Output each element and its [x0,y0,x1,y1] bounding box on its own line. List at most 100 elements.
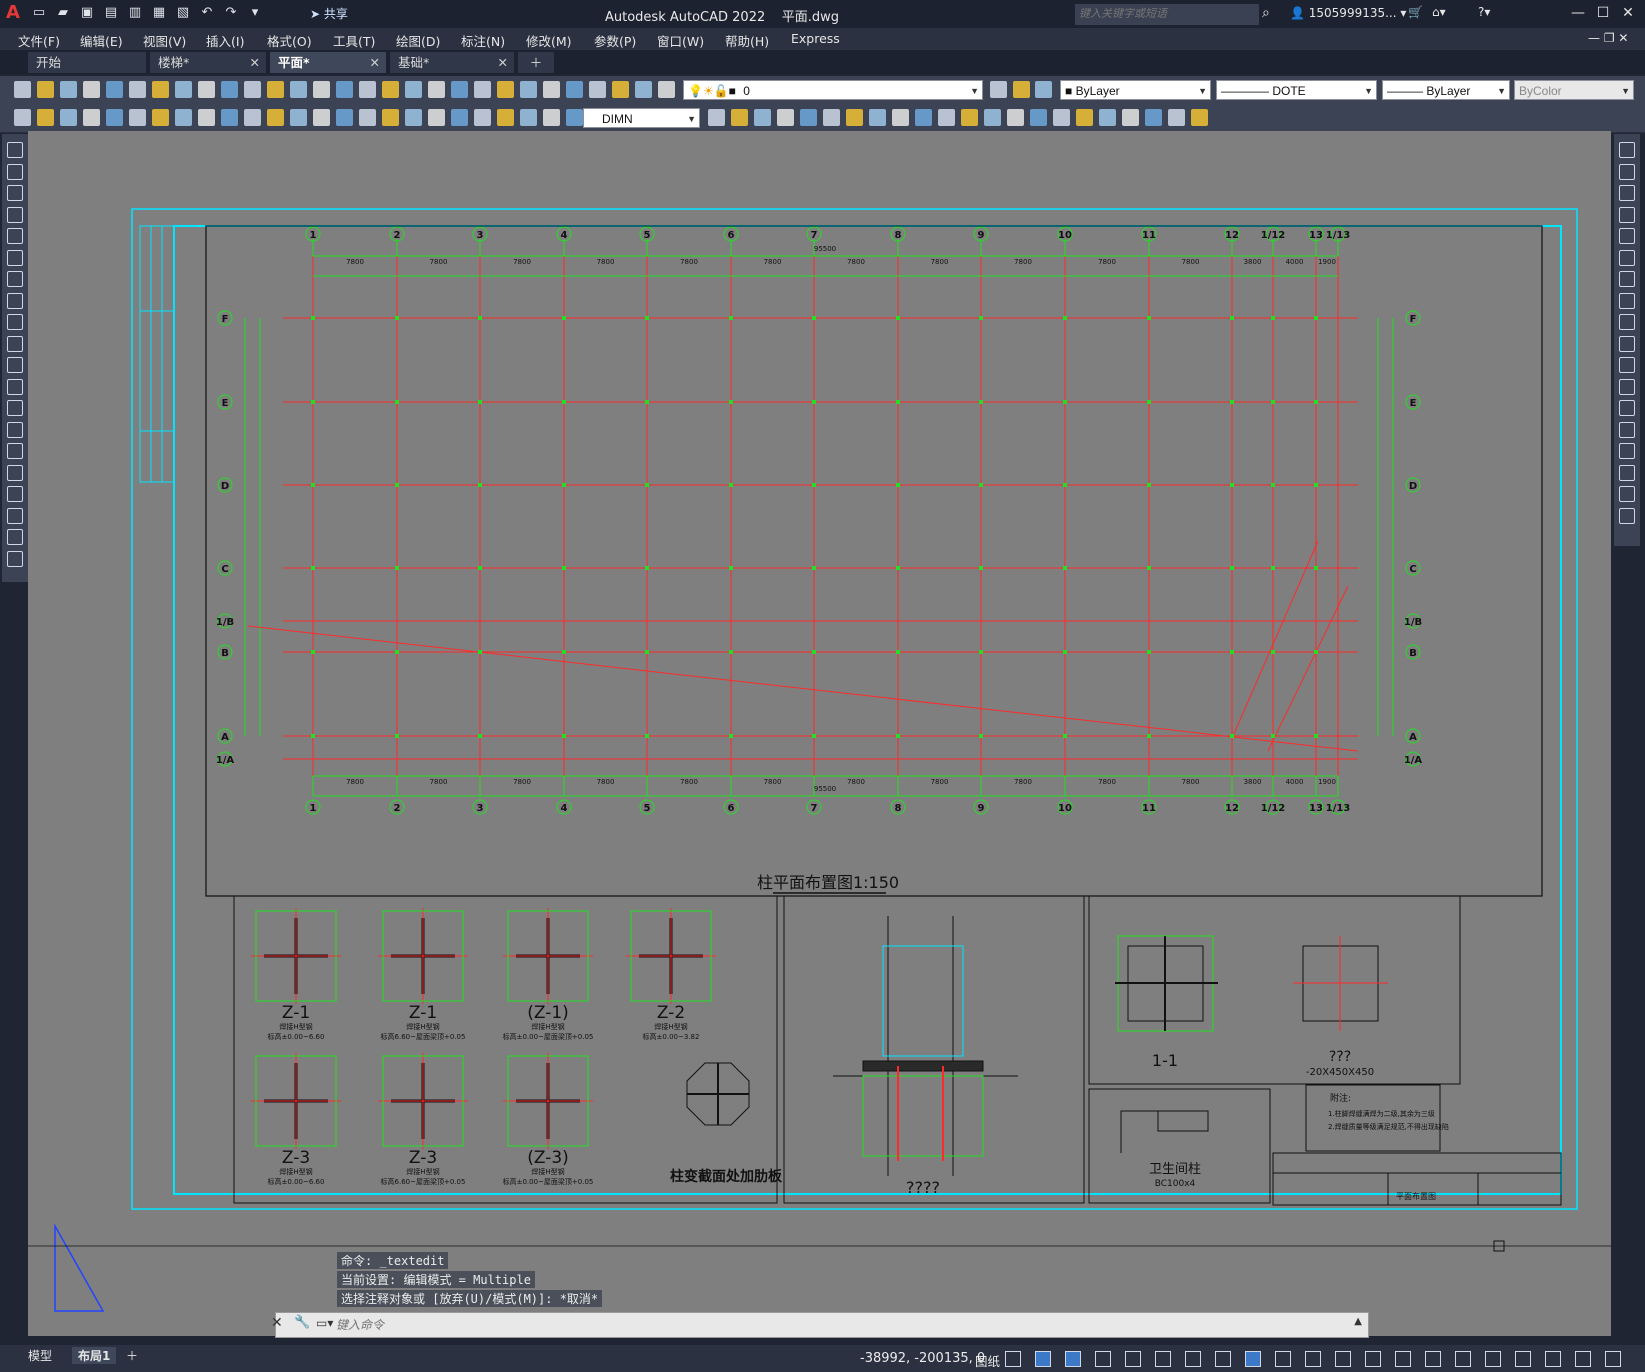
save-icon[interactable]: ▣ [78,4,96,22]
mirror-icon[interactable] [1619,185,1635,201]
isodraft-icon[interactable] [1125,1351,1141,1367]
copy-icon[interactable] [1619,163,1635,180]
menu-tools[interactable]: 工具(T) [333,31,375,50]
pan-icon[interactable] [290,81,307,98]
help-icon[interactable]: ?▾ [1478,5,1490,19]
menu-help[interactable]: 帮助(H) [725,31,769,50]
menu-insert[interactable]: 插入(I) [206,31,244,50]
section-icon[interactable] [1053,109,1070,126]
customize-qat-icon[interactable]: ▾ [246,4,264,22]
make-current-icon[interactable] [1035,81,1052,98]
tab-model[interactable]: 模型 [28,1347,52,1364]
new-icon[interactable] [566,81,583,98]
rotate-icon[interactable] [1619,271,1635,287]
solid-icon[interactable] [823,109,840,126]
array-icon[interactable] [1619,228,1635,244]
snap-icon[interactable] [1005,1351,1021,1367]
chevron-up-icon[interactable]: ▲ [1354,1316,1362,1327]
open-icon[interactable] [37,81,54,98]
print-icon[interactable] [635,81,652,98]
material-icon[interactable] [1145,109,1162,126]
close-icon[interactable]: ✕ [498,52,508,73]
undo-icon[interactable] [244,81,261,98]
sheet-set-icon[interactable] [451,81,468,98]
paste-icon[interactable] [198,81,215,98]
close-icon[interactable]: ✕ [370,52,380,73]
scale-icon[interactable] [1619,292,1635,309]
cylinder-icon[interactable] [892,109,909,126]
join-icon[interactable] [1619,421,1635,438]
web-mobile-icon[interactable]: ▥ [126,4,144,22]
aligned-dim-icon[interactable] [37,109,54,126]
tab-start[interactable]: 开始 [28,52,146,73]
trim-icon[interactable] [1619,335,1635,352]
ordinate-icon[interactable] [83,109,100,126]
preview-icon[interactable] [658,81,675,98]
maximize-icon[interactable]: ☐ [1593,4,1613,22]
save-as-icon[interactable]: ▤ [102,4,120,22]
grid-icon[interactable] [1035,1351,1051,1367]
new-layout-button[interactable]: ＋ [126,1347,138,1364]
visual-style-icon[interactable] [754,109,771,126]
ordinate-icon[interactable] [543,109,560,126]
search-input[interactable] [1075,4,1259,25]
stretch-icon[interactable] [1619,314,1635,330]
explode-icon[interactable] [1619,507,1635,524]
line-icon[interactable] [7,142,23,158]
menu-modify[interactable]: 修改(M) [526,31,572,50]
linear-dim-icon[interactable] [474,109,491,126]
jogged-linear-icon[interactable] [382,109,399,126]
tab-layout1[interactable]: 布局1 [72,1347,117,1364]
view-icon[interactable] [708,109,725,126]
continue-icon[interactable] [244,109,261,126]
revolve-icon[interactable] [938,109,955,126]
construction-line-icon[interactable] [7,163,23,180]
linear-dim-icon[interactable] [14,109,31,126]
add-selected-icon[interactable] [7,550,23,567]
preview-icon[interactable] [106,81,123,98]
new-icon[interactable]: ▭ [30,4,48,22]
new-icon[interactable] [14,81,31,98]
angular-icon[interactable] [175,109,192,126]
menu-view[interactable]: 视图(V) [143,31,186,50]
ortho-icon[interactable] [1065,1351,1081,1367]
add-icon[interactable] [1455,1351,1471,1367]
arc-icon[interactable] [7,249,23,266]
autodesk-app-icon[interactable]: ⌂▾ [1432,5,1446,19]
help-icon[interactable] [520,81,537,98]
drawing-canvas[interactable]: 1 1 2 2 3 3 4 4 5 5 6 6 7 7 8 8 9 9 10 10 11 11 12 12 1/12 1/12 13… [28,131,1611,1336]
calculator-icon[interactable] [497,81,514,98]
menu-format[interactable]: 格式(O) [267,31,312,50]
move-icon[interactable] [1619,249,1635,266]
properties-icon[interactable] [382,81,399,98]
save-icon[interactable] [612,81,629,98]
workspace-icon[interactable] [1395,1351,1411,1367]
close-icon[interactable]: ✕ [1618,4,1638,22]
app-menu-button[interactable]: A [6,3,26,23]
close-icon[interactable]: ✕ [271,1315,283,1331]
table-icon[interactable] [7,507,23,524]
box-icon[interactable] [846,109,863,126]
insert-block-icon[interactable] [7,378,23,395]
menu-edit[interactable]: 编辑(E) [80,31,123,50]
inspect-icon[interactable] [359,109,376,126]
circle-icon[interactable] [7,271,23,287]
plotstyle-dropdown[interactable]: ByColor ▼ [1514,80,1634,100]
dim-update-icon[interactable] [451,109,468,126]
tool-palette-icon[interactable] [428,81,445,98]
zoom-previous-icon[interactable] [359,81,376,98]
break-at-point-icon[interactable] [1619,378,1635,395]
color-dropdown[interactable]: ■ ByLayer ▼ [1060,80,1211,100]
3d-orbit-icon[interactable] [731,109,748,126]
gear-icon[interactable] [1425,1351,1441,1367]
mesh-icon[interactable] [1076,109,1093,126]
slice-icon[interactable] [1030,109,1047,126]
space-icon[interactable] [267,109,284,126]
annotation-scale-icon[interactable] [1365,1351,1381,1367]
erase-icon[interactable] [1619,142,1635,158]
arc-length-icon[interactable] [60,109,77,126]
open-icon[interactable] [589,81,606,98]
hatch-icon[interactable] [7,443,23,459]
radius-icon[interactable] [106,109,123,126]
layer-state-icon[interactable] [1013,81,1030,98]
